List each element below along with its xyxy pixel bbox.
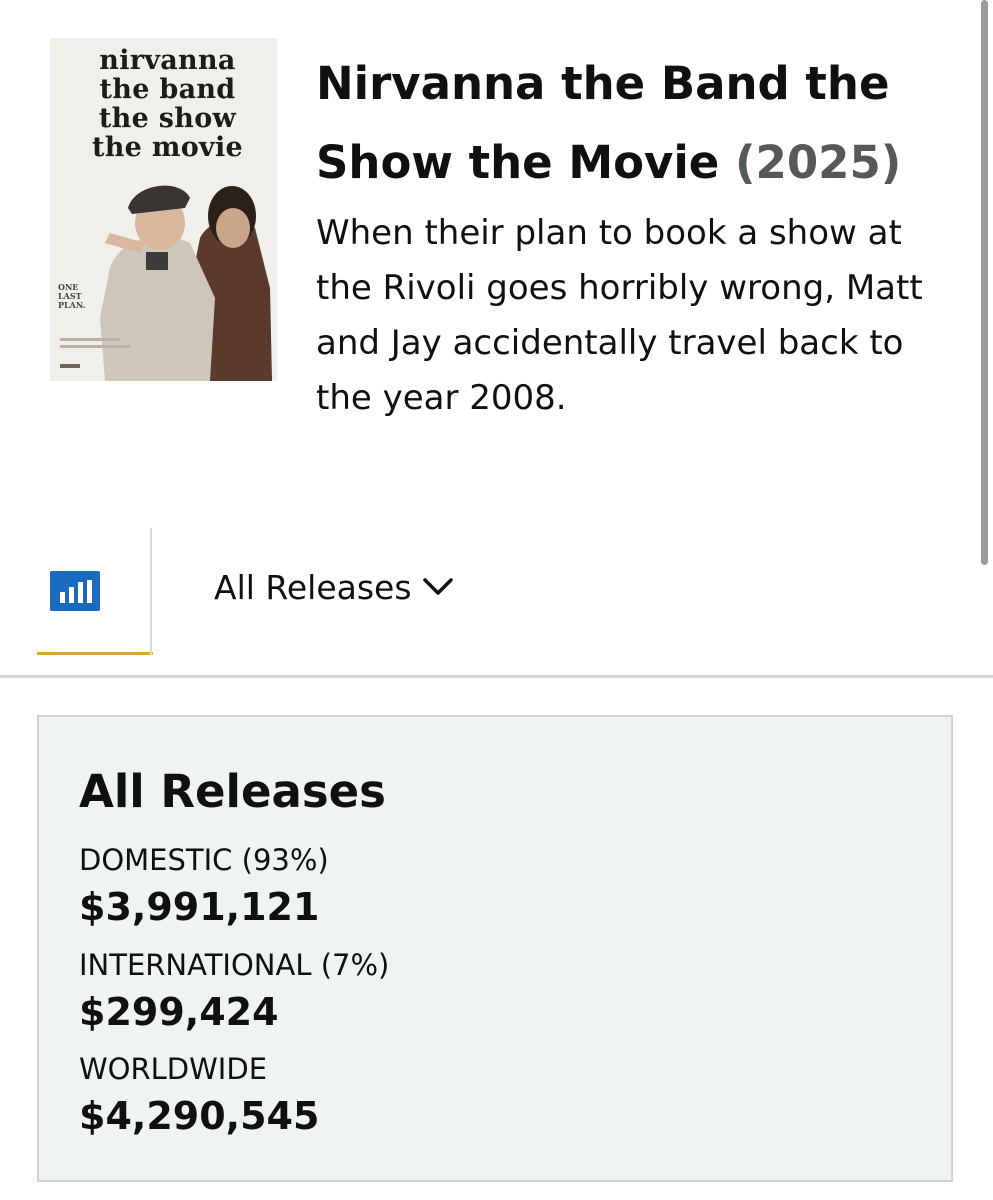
tab-divider [150, 528, 152, 655]
worldwide-value: $4,290,545 [79, 1094, 320, 1138]
movie-poster[interactable]: nirvanna the band the show the movie ONE… [50, 38, 277, 381]
scrollbar[interactable] [981, 0, 988, 565]
poster-title-text: nirvanna the band the show the movie [91, 45, 244, 163]
summary-heading: All Releases [79, 765, 386, 818]
release-selector-dropdown[interactable]: All Releases [214, 562, 454, 612]
page-title: Nirvanna the Band the Show the Movie (20… [316, 44, 966, 202]
chevron-down-icon [422, 578, 453, 595]
releases-summary-card: All Releases DOMESTIC (93%) $3,991,121 I… [37, 715, 953, 1182]
poster-tagline: ONE LAST PLAN. [58, 282, 86, 310]
worldwide-label: WORLDWIDE [79, 1052, 268, 1086]
domestic-value: $3,991,121 [79, 885, 320, 929]
international-label: INTERNATIONAL (7%) [79, 948, 390, 982]
release-selector-label: All Releases [214, 567, 412, 607]
bar-chart-icon[interactable] [50, 571, 100, 611]
active-tab-indicator [37, 652, 153, 655]
section-divider [0, 675, 993, 678]
domestic-label: DOMESTIC (93%) [79, 843, 329, 877]
movie-synopsis: When their plan to book a show at the Ri… [316, 213, 923, 418]
movie-year: (2025) [734, 136, 902, 189]
international-value: $299,424 [79, 990, 279, 1034]
